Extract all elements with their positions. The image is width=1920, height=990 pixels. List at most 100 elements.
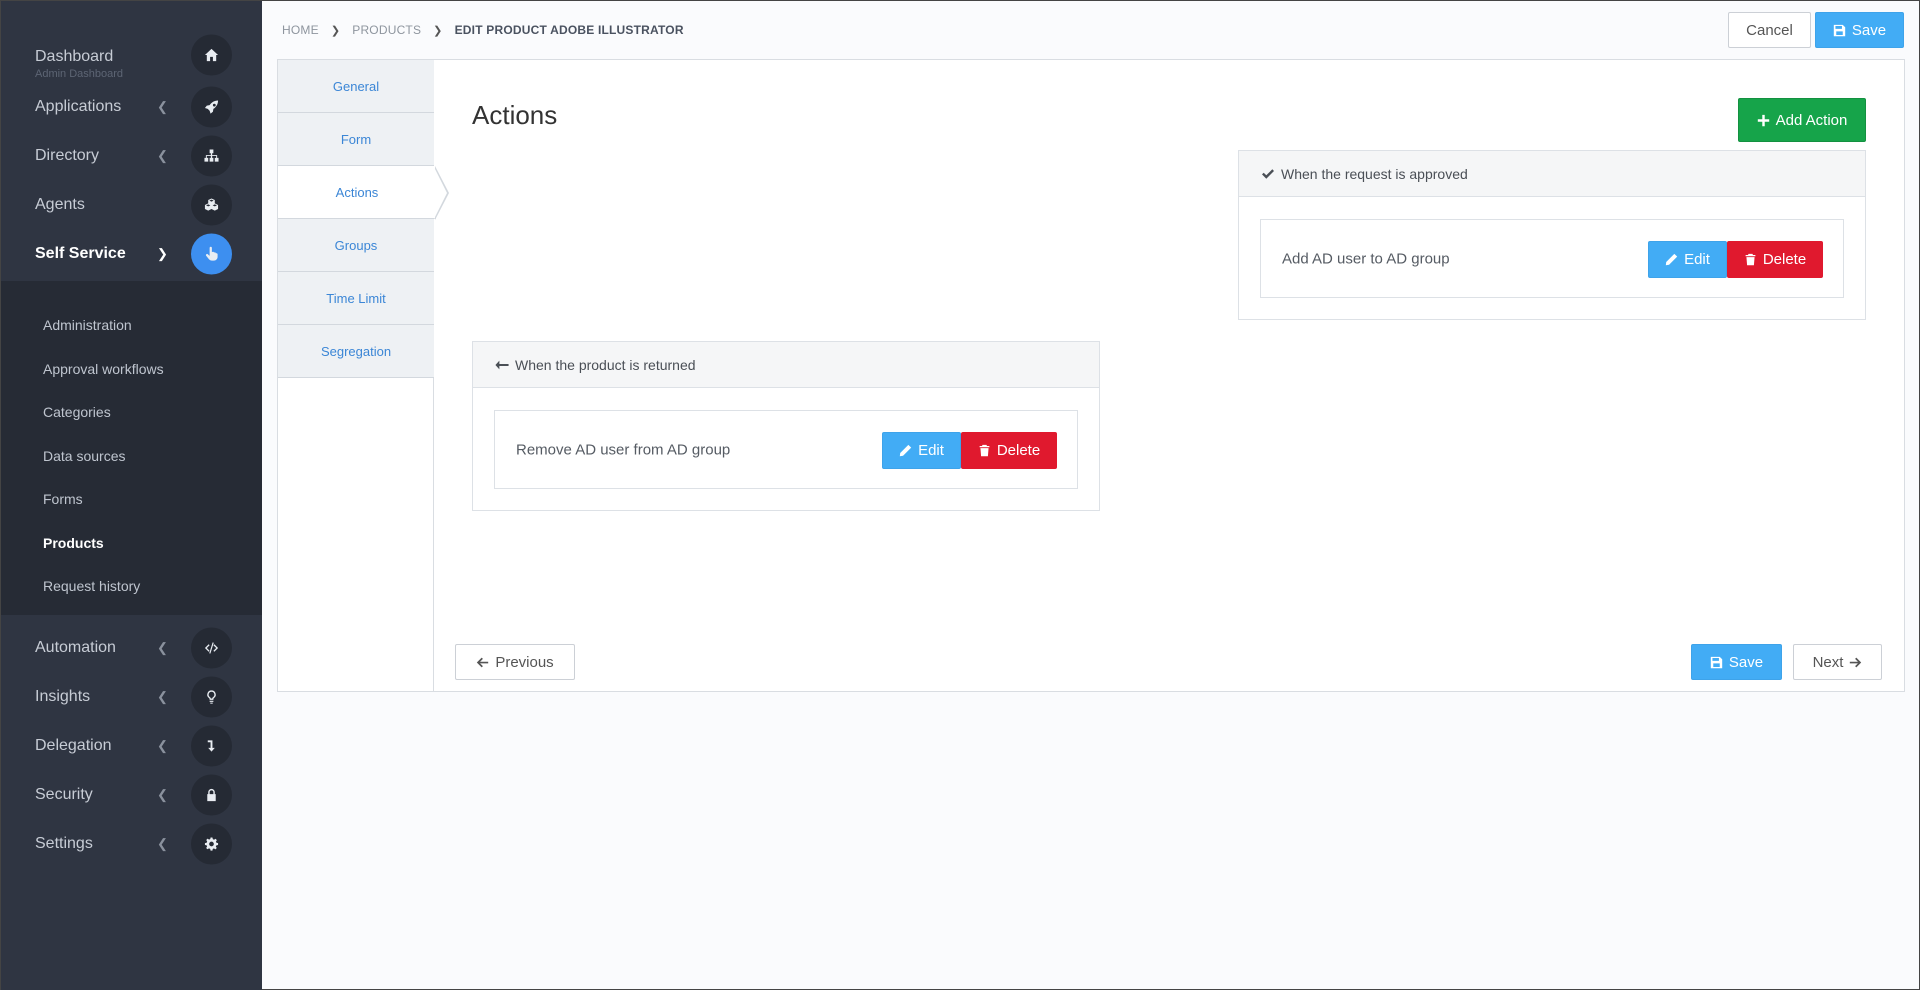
chevron-left-icon: ❮ [157, 786, 168, 802]
rocket-icon [191, 86, 232, 127]
returned-group-title: When the product is returned [515, 356, 696, 373]
lock-icon [191, 774, 232, 815]
sidebar-item-delegation[interactable]: Delegation ❮ [1, 721, 262, 770]
arrow-right-icon [1850, 657, 1862, 667]
returned-action-label: Remove AD user from AD group [516, 441, 731, 458]
breadcrumb-products[interactable]: PRODUCTS [352, 23, 421, 37]
returned-group-header: When the product is returned [473, 342, 1099, 388]
tab-time-limit[interactable]: Time Limit [278, 272, 434, 325]
next-button-label: Next [1812, 653, 1844, 671]
chevron-down-icon: ❯ [157, 245, 168, 261]
subnav-item-administration[interactable]: Administration [43, 317, 132, 333]
returned-action-card: Remove AD user from AD group Edit Delete [494, 410, 1078, 489]
sidebar-item-label: Dashboard [35, 48, 114, 65]
pencil-icon [899, 444, 912, 457]
gear-icon [191, 823, 232, 864]
level-down-icon [191, 725, 232, 766]
subnav-item-categories[interactable]: Categories [43, 404, 111, 420]
trash-icon [1745, 253, 1756, 266]
breadcrumb-current: EDIT PRODUCT ADOBE ILLUSTRATOR [454, 23, 684, 37]
tab-list: General Form Actions Groups Time Limit S… [278, 60, 449, 691]
approved-action-label: Add AD user to AD group [1282, 250, 1450, 267]
sidebar-item-applications[interactable]: Applications ❮ [1, 82, 262, 131]
breadcrumb: HOME ❯ PRODUCTS ❯ EDIT PRODUCT ADOBE ILL… [282, 23, 684, 37]
subnav-item-forms[interactable]: Forms [43, 491, 83, 507]
floppy-disk-icon [1710, 656, 1723, 668]
approved-edit-button-label: Edit [1684, 251, 1710, 268]
sidebar-item-label: Applications [35, 97, 122, 115]
chevron-left-icon: ❮ [157, 98, 168, 114]
subnav-item-request-history[interactable]: Request history [43, 578, 140, 594]
add-action-button[interactable]: Add Action [1738, 98, 1866, 142]
approved-delete-button-label: Delete [1762, 251, 1807, 268]
cubes-icon [191, 184, 232, 225]
add-action-button-label: Add Action [1775, 111, 1848, 129]
chevron-right-icon: ❯ [330, 24, 341, 37]
trash-icon [979, 444, 990, 457]
long-arrow-left-icon [495, 360, 509, 369]
main-panel: General Form Actions Groups Time Limit S… [277, 59, 1905, 692]
chevron-left-icon: ❮ [157, 688, 168, 704]
previous-button-label: Previous [495, 653, 554, 671]
tab-general[interactable]: General [278, 60, 434, 113]
sidebar-item-label: Agents [35, 195, 85, 213]
chevron-right-icon: ❯ [433, 24, 443, 37]
sidebar-item-settings[interactable]: Settings ❮ [1, 819, 262, 868]
sidebar-item-insights[interactable]: Insights ❮ [1, 672, 262, 721]
sidebar-item-label: Directory [35, 146, 100, 164]
sidebar-item-directory[interactable]: Directory ❮ [1, 131, 262, 180]
tab-form[interactable]: Form [278, 113, 434, 166]
sidebar-item-automation[interactable]: Automation ❮ [1, 623, 262, 672]
breadcrumb-home[interactable]: HOME [282, 23, 319, 37]
home-icon [191, 34, 232, 76]
next-button[interactable]: Next [1793, 644, 1882, 680]
approved-action-card: Add AD user to AD group Edit Delete [1260, 219, 1844, 298]
approved-action-group: When the request is approved Add AD user… [1238, 150, 1866, 320]
save-button[interactable]: Save [1815, 12, 1904, 48]
footer-save-button-label: Save [1728, 653, 1764, 671]
sidebar-item-label: Security [35, 785, 93, 803]
tab-segregation[interactable]: Segregation [278, 325, 434, 378]
returned-edit-button[interactable]: Edit [882, 432, 961, 469]
subnav-item-data-sources[interactable]: Data sources [43, 448, 125, 464]
self-service-submenu: Administration Approval workflows Catego… [1, 281, 262, 615]
footer-save-button[interactable]: Save [1691, 644, 1782, 680]
floppy-disk-icon [1833, 24, 1846, 36]
arrow-left-icon [477, 657, 489, 667]
sitemap-icon [191, 135, 232, 176]
sidebar-item-self-service[interactable]: Self Service ❯ [1, 229, 262, 278]
sidebar-item-label: Self Service [35, 244, 126, 262]
approved-group-title: When the request is approved [1281, 165, 1468, 182]
sidebar-item-label: Insights [35, 687, 91, 705]
approved-delete-button[interactable]: Delete [1727, 241, 1823, 278]
sidebar: Dashboard Admin Dashboard Applications ❮… [1, 1, 262, 990]
chevron-left-icon: ❮ [157, 147, 168, 163]
sidebar-item-agents[interactable]: Agents [1, 180, 262, 229]
subnav-item-approval-workflows[interactable]: Approval workflows [43, 361, 164, 377]
returned-action-group: When the product is returned Remove AD u… [472, 341, 1100, 511]
hand-pointer-icon [191, 233, 232, 274]
plus-icon [1757, 114, 1769, 126]
previous-button[interactable]: Previous [455, 644, 575, 680]
sidebar-item-security[interactable]: Security ❮ [1, 770, 262, 819]
tab-actions[interactable]: Actions [278, 166, 436, 219]
sidebar-item-label: Delegation [35, 736, 112, 754]
code-icon [191, 627, 232, 668]
pencil-icon [1665, 253, 1678, 266]
sidebar-item-dashboard[interactable]: Dashboard Admin Dashboard [1, 29, 262, 81]
subnav-item-products[interactable]: Products [43, 535, 104, 551]
chevron-left-icon: ❮ [157, 639, 168, 655]
tab-groups[interactable]: Groups [278, 219, 434, 272]
sidebar-item-label: Automation [35, 638, 116, 656]
cancel-button-label: Cancel [1746, 21, 1793, 39]
approved-group-header: When the request is approved [1239, 151, 1865, 197]
chevron-left-icon: ❮ [157, 835, 168, 851]
save-button-label: Save [1851, 21, 1887, 39]
chevron-left-icon: ❮ [157, 737, 168, 753]
returned-delete-button[interactable]: Delete [961, 432, 1057, 469]
page-title: Actions [472, 100, 558, 130]
approved-edit-button[interactable]: Edit [1648, 241, 1727, 278]
returned-edit-button-label: Edit [918, 442, 944, 459]
cancel-button[interactable]: Cancel [1728, 12, 1811, 48]
lightbulb-icon [191, 676, 232, 717]
